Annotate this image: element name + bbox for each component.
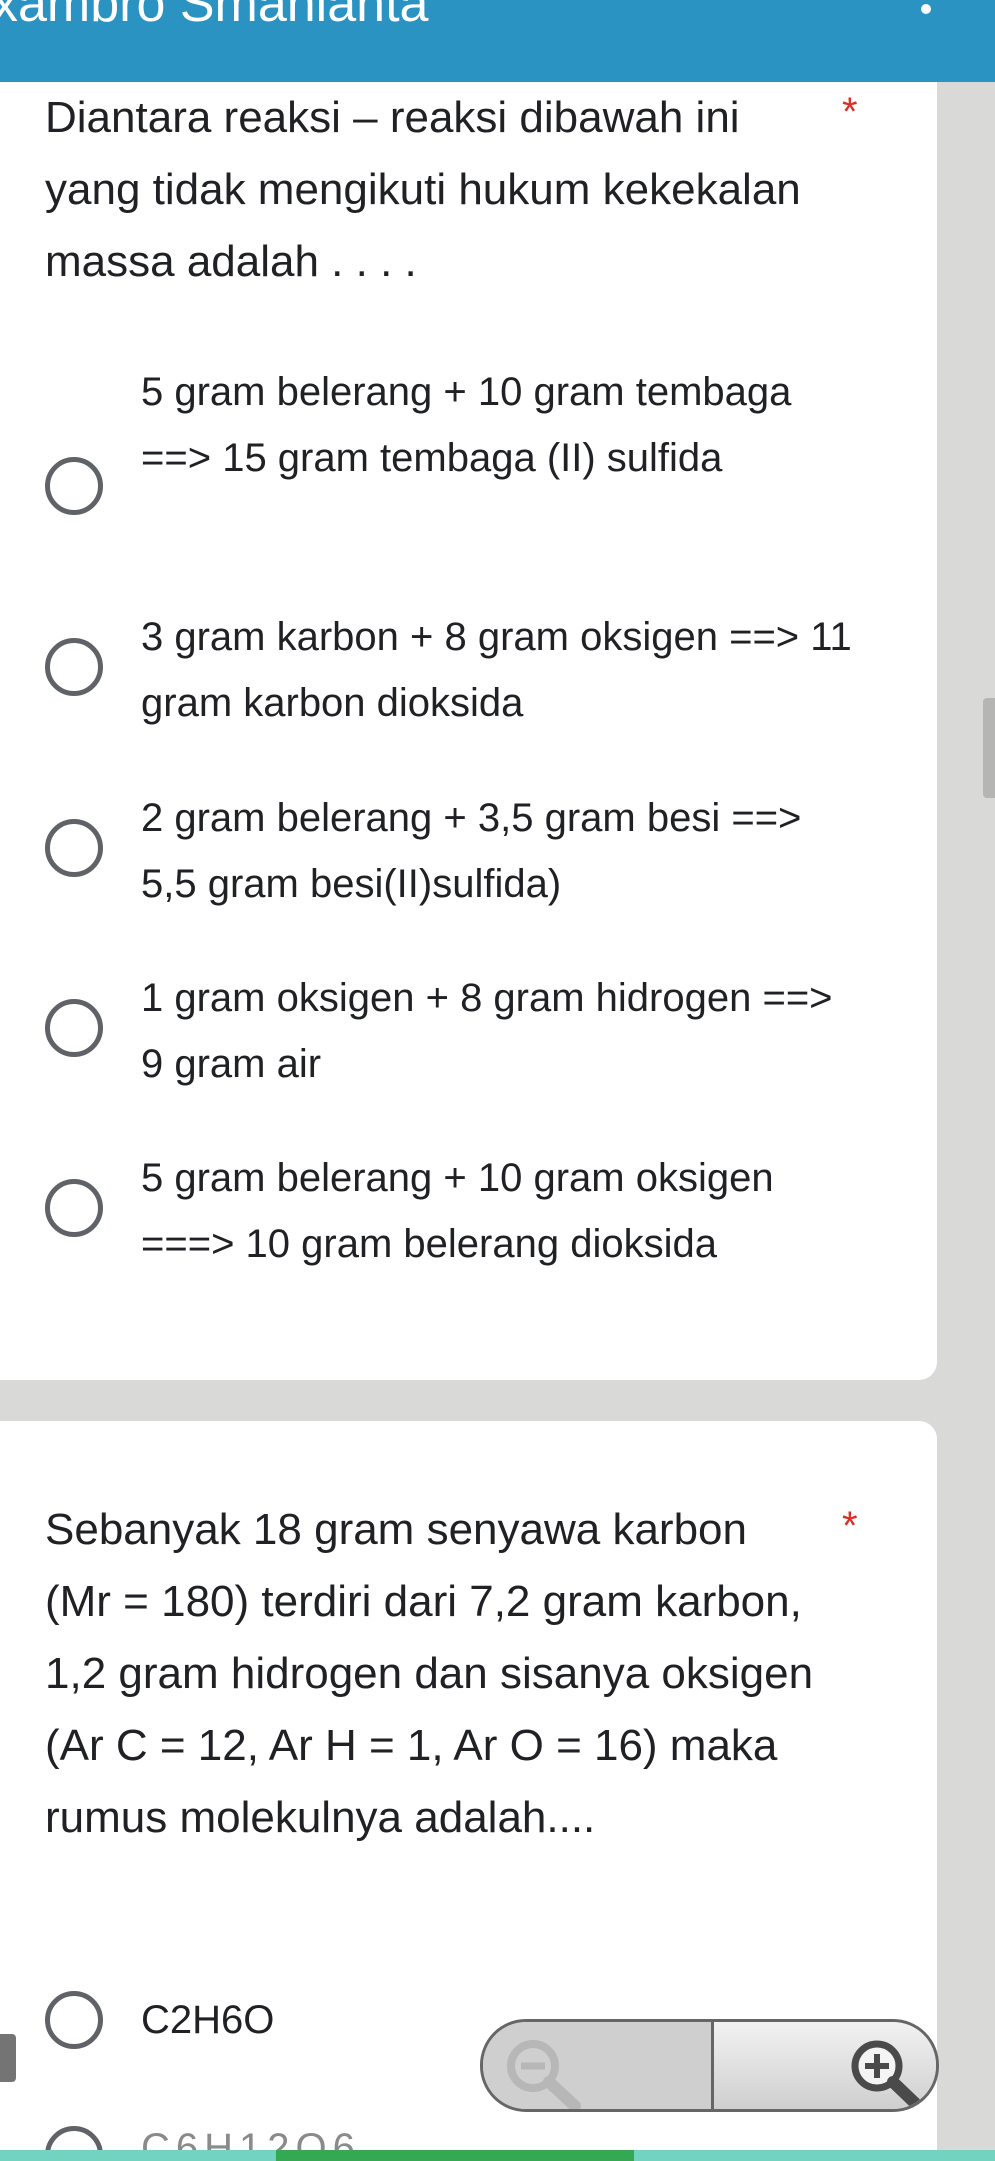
form-title: xambro Smanianta (0, 0, 429, 33)
edge-handle[interactable] (0, 2034, 16, 2082)
question-card-1: Diantara reaksi – reaksi dibawah ini yan… (0, 82, 937, 1380)
question-text: Diantara reaksi – reaksi dibawah ini yan… (45, 93, 801, 286)
scrollbar-thumb[interactable] (983, 698, 995, 798)
radio-option[interactable]: 5 gram belerang + 10 gram tembaga ==> 15… (0, 359, 937, 559)
zoom-in-button[interactable] (714, 2022, 936, 2109)
option-label: 5 gram belerang + 10 gram oksigen ===> 1… (141, 1156, 774, 1266)
radio-option[interactable]: 5 gram belerang + 10 gram oksigen ===> 1… (0, 1145, 937, 1285)
radio-button[interactable] (45, 1179, 103, 1237)
radio-button[interactable] (45, 457, 103, 515)
radio-button[interactable] (45, 999, 103, 1057)
zoom-out-icon (507, 2040, 581, 2109)
required-asterisk: * (842, 90, 858, 134)
radio-button[interactable] (45, 1991, 103, 2049)
option-label: 2 gram belerang + 3,5 gram besi ==> 5,5 … (141, 796, 802, 906)
more-vert-icon[interactable] (919, 0, 933, 26)
zoom-out-button[interactable] (483, 2022, 711, 2109)
option-label: 5 gram belerang + 10 gram tembaga ==> 15… (141, 370, 792, 480)
radio-button[interactable] (45, 819, 103, 877)
bottom-bar (276, 2150, 634, 2161)
zoom-control (480, 2019, 939, 2112)
app-header: xambro Smanianta (0, 0, 995, 82)
bottom-bar (0, 2150, 276, 2161)
radio-option[interactable]: 3 gram karbon + 8 gram oksigen ==> 11 gr… (0, 604, 937, 744)
radio-option[interactable]: 2 gram belerang + 3,5 gram besi ==> 5,5 … (0, 785, 937, 925)
radio-button[interactable] (45, 638, 103, 696)
zoom-in-icon (851, 2040, 924, 2109)
option-label: 1 gram oksigen + 8 gram hidrogen ==> 9 g… (141, 976, 833, 1086)
bottom-bar (634, 2150, 995, 2161)
question-text: Sebanyak 18 gram senyawa karbon (Mr = 18… (45, 1505, 814, 1842)
option-label: 3 gram karbon + 8 gram oksigen ==> 11 gr… (141, 615, 852, 725)
required-asterisk: * (842, 1504, 858, 1548)
option-label: C6H12O6 (141, 2128, 361, 2150)
radio-option[interactable]: 1 gram oksigen + 8 gram hidrogen ==> 9 g… (0, 965, 937, 1105)
